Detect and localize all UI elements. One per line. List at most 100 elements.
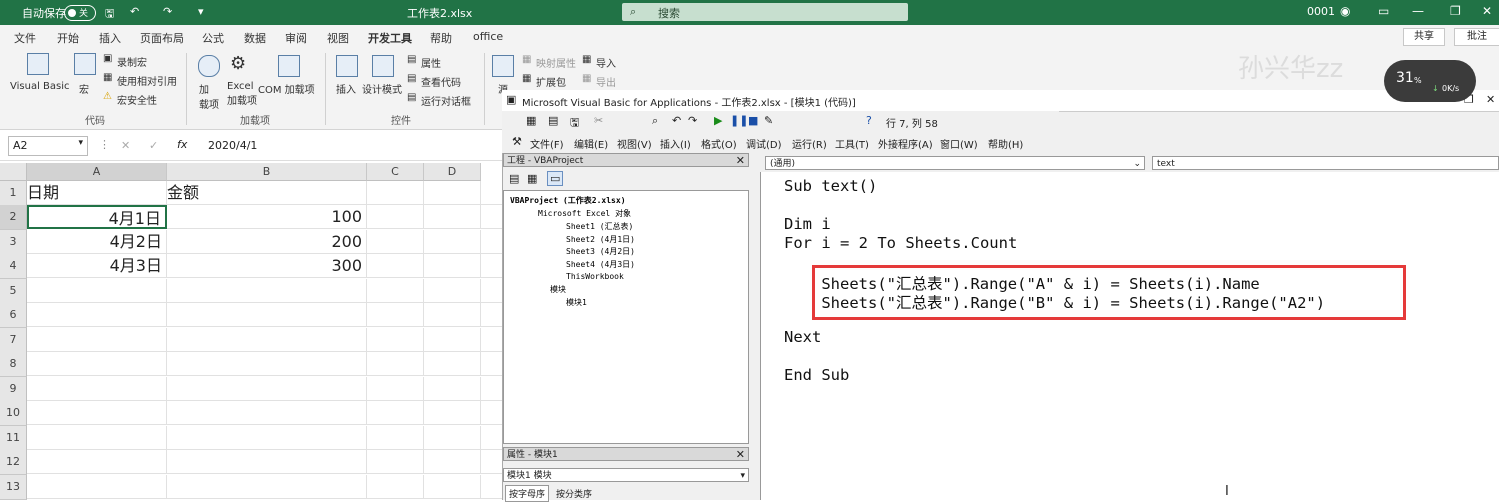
cell[interactable]: [167, 328, 367, 352]
tab-formulas[interactable]: 公式: [202, 30, 224, 46]
com-addins-button[interactable]: COM 加载项: [258, 81, 315, 96]
cell[interactable]: [481, 205, 503, 229]
cell[interactable]: [367, 426, 424, 450]
row-header[interactable]: 1: [0, 181, 27, 206]
record-macro-button[interactable]: 录制宏: [117, 54, 147, 69]
cell[interactable]: [424, 254, 481, 278]
menu-file[interactable]: 文件(F): [530, 136, 564, 151]
cell[interactable]: [27, 279, 167, 303]
menu-help[interactable]: 帮助(H): [988, 136, 1023, 151]
cell[interactable]: [367, 377, 424, 401]
tree-thisworkbook[interactable]: ThisWorkbook: [566, 272, 624, 281]
cell[interactable]: [27, 303, 167, 327]
tree-sheet4[interactable]: Sheet4 (4月3日): [566, 259, 635, 270]
design-mode-icon[interactable]: [372, 55, 394, 77]
tree-sheet2[interactable]: Sheet2 (4月1日): [566, 234, 635, 245]
cell-b1[interactable]: 金额: [167, 181, 367, 205]
cell[interactable]: [424, 279, 481, 303]
tab-home[interactable]: 开始: [57, 30, 79, 46]
export-button[interactable]: 导出: [596, 74, 616, 89]
cell[interactable]: [367, 450, 424, 474]
row-header[interactable]: 8: [0, 352, 27, 377]
view-excel-icon[interactable]: ▦: [526, 114, 536, 127]
column-header-d[interactable]: D: [424, 163, 481, 181]
cell[interactable]: [167, 352, 367, 376]
properties-button[interactable]: 属性: [421, 55, 441, 70]
cell[interactable]: [167, 377, 367, 401]
cell[interactable]: [27, 426, 167, 450]
row-header[interactable]: 2: [0, 205, 27, 230]
cell[interactable]: [367, 303, 424, 327]
excel-addins-button[interactable]: Excel 加载项: [227, 81, 257, 107]
restore-icon[interactable]: ❐: [1450, 4, 1461, 18]
menu-window[interactable]: 窗口(W): [940, 136, 978, 151]
redo-icon[interactable]: ↷: [163, 5, 172, 18]
find-icon[interactable]: ⌕: [652, 114, 658, 128]
com-addins-icon[interactable]: [278, 55, 300, 77]
cell[interactable]: [367, 254, 424, 278]
cell[interactable]: [367, 401, 424, 425]
cell[interactable]: [367, 279, 424, 303]
cell[interactable]: [367, 352, 424, 376]
cell-a1[interactable]: 日期: [27, 181, 167, 205]
row-header[interactable]: 9: [0, 377, 27, 402]
ribbon-display-icon[interactable]: ▭: [1378, 4, 1389, 18]
cell[interactable]: [424, 401, 481, 425]
comment-button[interactable]: 批注: [1454, 28, 1499, 46]
cut-icon[interactable]: ✂: [594, 114, 603, 127]
visual-basic-button[interactable]: Visual Basic: [10, 81, 70, 92]
name-box[interactable]: A2 ▾: [8, 136, 88, 156]
cell-b3[interactable]: 200: [167, 230, 367, 254]
tab-file[interactable]: 文件: [14, 30, 36, 46]
cell[interactable]: [167, 303, 367, 327]
cell[interactable]: [367, 181, 424, 205]
cell[interactable]: [167, 401, 367, 425]
cell[interactable]: [367, 205, 424, 229]
cell[interactable]: [481, 181, 503, 205]
cell[interactable]: [424, 181, 481, 205]
cell[interactable]: [424, 230, 481, 254]
tree-root[interactable]: VBAProject (工作表2.xlsx): [510, 195, 626, 206]
run-icon[interactable]: ▶: [714, 114, 722, 127]
row-header[interactable]: 6: [0, 303, 27, 328]
menu-run[interactable]: 运行(R): [792, 136, 827, 151]
menu-addins[interactable]: 外接程序(A): [878, 136, 933, 151]
row-header[interactable]: 3: [0, 230, 27, 255]
cell[interactable]: [27, 352, 167, 376]
cell[interactable]: [481, 450, 503, 474]
menu-debug[interactable]: 调试(D): [746, 136, 782, 151]
design-icon[interactable]: ✎: [764, 114, 773, 127]
import-button[interactable]: 导入: [596, 55, 616, 70]
tree-excel-objects[interactable]: Microsoft Excel 对象: [538, 208, 631, 219]
row-header[interactable]: 12: [0, 450, 27, 475]
insert-control-icon[interactable]: [336, 55, 358, 77]
vba-redo-icon[interactable]: ↷: [688, 114, 697, 127]
vba-close-icon[interactable]: ✕: [1486, 93, 1495, 106]
project-pane-close-icon[interactable]: ✕: [736, 154, 745, 168]
menu-insert[interactable]: 插入(I): [660, 136, 691, 151]
macro-button[interactable]: 宏: [79, 81, 89, 96]
tab-alphabetic[interactable]: 按字母序: [505, 485, 550, 502]
menu-edit[interactable]: 编辑(E): [574, 136, 608, 151]
cell[interactable]: [424, 475, 481, 499]
minimize-icon[interactable]: —: [1412, 4, 1424, 18]
cell[interactable]: [424, 303, 481, 327]
map-props-button[interactable]: 映射属性: [536, 55, 576, 70]
cell[interactable]: [27, 475, 167, 499]
menu-tools[interactable]: 工具(T): [835, 136, 869, 151]
avatar-icon[interactable]: ◉: [1340, 4, 1350, 18]
cell-b2[interactable]: 100: [167, 205, 367, 229]
cell[interactable]: [167, 279, 367, 303]
tab-view[interactable]: 视图: [327, 30, 349, 46]
cell[interactable]: [424, 352, 481, 376]
source-icon[interactable]: [492, 55, 514, 77]
expansion-pack-button[interactable]: 扩展包: [536, 74, 566, 89]
save-icon[interactable]: 🖫: [105, 5, 114, 24]
cell-a2[interactable]: 4月1日: [27, 205, 167, 229]
view-code-button[interactable]: 查看代码: [421, 74, 461, 89]
cell-a4[interactable]: 4月3日: [27, 254, 167, 278]
tab-office[interactable]: office: [473, 30, 503, 43]
cell[interactable]: [481, 279, 503, 303]
insert-module-icon[interactable]: ▤: [548, 114, 558, 127]
design-mode-button[interactable]: 设计模式: [362, 81, 402, 96]
